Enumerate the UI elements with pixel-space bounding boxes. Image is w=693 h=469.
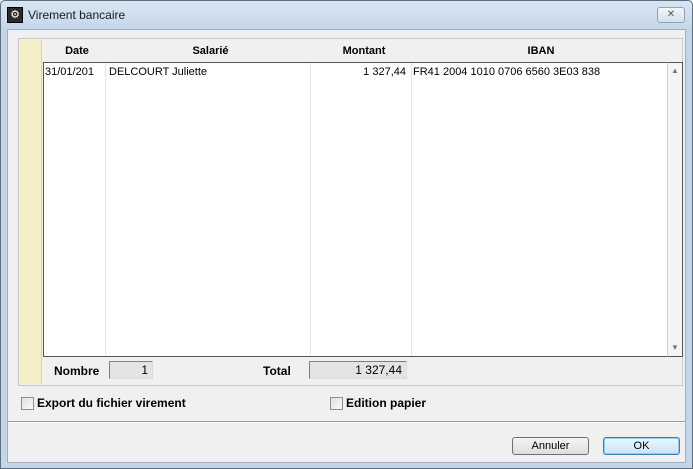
virement-window: ⚙ Virement bancaire ✕ Date Salarié Monta…	[0, 0, 693, 469]
header-employee[interactable]: Salarié	[108, 45, 313, 57]
column-divider	[411, 63, 412, 356]
paper-option[interactable]: Edition papier	[330, 396, 426, 410]
cell-iban: FR41 2004 1010 0706 6560 3E03 838	[413, 66, 601, 78]
row-selector-strip	[20, 40, 42, 384]
transfer-list-panel: Date Salarié Montant IBAN 31/01/201 DELC…	[18, 38, 683, 386]
cancel-button[interactable]: Annuler	[512, 437, 589, 455]
export-label[interactable]: Export du fichier virement	[37, 396, 186, 410]
header-date[interactable]: Date	[46, 45, 108, 57]
paper-label[interactable]: Edition papier	[346, 396, 426, 410]
count-label: Nombre	[54, 364, 100, 378]
ok-button[interactable]: OK	[603, 437, 680, 455]
cell-amount: 1 327,44	[363, 66, 406, 78]
scroll-up-icon[interactable]: ▲	[671, 66, 679, 75]
export-option[interactable]: Export du fichier virement	[21, 396, 186, 410]
scroll-down-icon[interactable]: ▼	[671, 343, 679, 352]
column-divider	[310, 63, 311, 356]
header-iban[interactable]: IBAN	[415, 45, 667, 57]
transfer-table[interactable]: 31/01/201 DELCOURT Juliette 1 327,44 FR4…	[43, 62, 668, 357]
total-field: 1 327,44	[309, 361, 407, 379]
header-amount[interactable]: Montant	[313, 45, 415, 57]
column-divider	[105, 63, 106, 356]
dialog-body: Date Salarié Montant IBAN 31/01/201 DELC…	[7, 29, 686, 463]
total-label: Total	[263, 364, 291, 378]
title-bar[interactable]: ⚙ Virement bancaire ✕	[1, 1, 692, 29]
close-button[interactable]: ✕	[657, 7, 685, 23]
cell-employee: DELCOURT Juliette	[109, 66, 208, 78]
gear-icon: ⚙	[7, 7, 23, 23]
export-checkbox[interactable]	[21, 396, 34, 410]
cell-date: 31/01/201	[45, 66, 94, 78]
paper-checkbox[interactable]	[330, 396, 343, 410]
count-field: 1	[109, 361, 153, 379]
window-title: Virement bancaire	[28, 8, 126, 22]
vertical-scrollbar[interactable]: ▲ ▼	[667, 62, 683, 357]
